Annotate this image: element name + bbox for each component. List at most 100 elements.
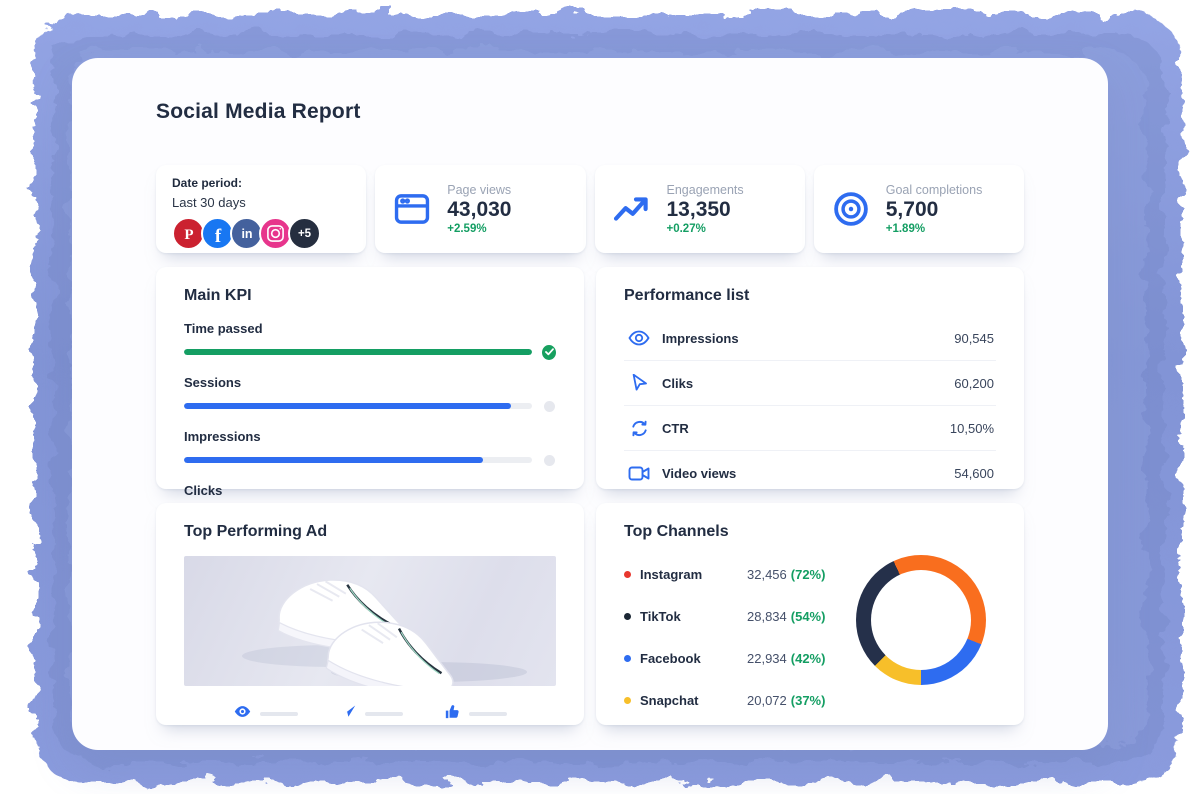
legend-label: Facebook [640,651,747,666]
ad-metrics-row [184,703,556,724]
legend-label: Instagram [640,567,747,582]
more-networks-badge[interactable]: +5 [288,217,321,250]
legend-row-snapchat: Snapchat 20,072 (37%) [624,679,825,721]
target-icon [830,188,872,230]
legend-row-instagram: Instagram 32,456 (72%) [624,553,825,595]
page-title: Social Media Report [156,100,1024,124]
performance-value: 54,600 [954,466,994,481]
refresh-icon [628,418,650,438]
performance-label: Impressions [662,331,739,346]
kpi-label: Impressions [184,429,556,444]
summary-row: Date period: Last 30 days P f in [156,165,1024,253]
legend-value: 22,934 [747,651,787,666]
stat-card-engagements: Engagements 13,350 +0.27% [595,165,805,253]
eye-icon [234,705,251,723]
svg-text:in: in [241,227,252,241]
eye-icon [628,328,650,348]
ad-metric-likes [445,704,507,724]
social-media-report-page: Social Media Report Date period: Last 30… [0,0,1200,794]
legend-dot [624,655,631,662]
stat-value: 5,700 [886,198,983,222]
progress-fill [184,349,532,355]
performance-label: Video views [662,466,736,481]
legend-value: 20,072 [747,693,787,708]
stat-delta: +0.27% [667,223,744,235]
stat-card-page-views: Page views 43,030 +2.59% [375,165,585,253]
legend-value: 28,834 [747,609,787,624]
stat-delta: +2.59% [447,223,511,235]
legend-row-facebook: Facebook 22,934 (42%) [624,637,825,679]
legend-dot [624,613,631,620]
progress-end-dot [544,455,555,466]
stat-delta: +1.89% [886,223,983,235]
check-circle-icon [542,345,556,360]
performance-value: 90,545 [954,331,994,346]
legend-percent: (42%) [791,651,826,666]
stat-label: Engagements [667,183,744,197]
svg-text:f: f [214,226,221,245]
svg-text:P: P [184,227,193,243]
top-channels-title: Top Channels [624,523,996,541]
stat-card-goal-completions: Goal completions 5,700 +1.89% [814,165,1024,253]
stat-label: Page views [447,183,511,197]
ad-image-sneakers[interactable] [184,556,556,686]
cursor-click-icon [628,373,650,393]
progress-end-dot [544,401,555,412]
bottom-row: Top Performing Ad [156,503,1024,725]
progress-fill [184,457,483,463]
performance-label: CTR [662,421,689,436]
kpi-item-time-passed: Time passed [184,321,556,359]
performance-label: Cliks [662,376,693,391]
top-ad-title: Top Performing Ad [184,523,556,541]
performance-row-impressions: Impressions 90,545 [624,315,996,360]
date-period-card: Date period: Last 30 days P f in [156,165,366,253]
legend-dot [624,697,631,704]
progress-track [184,403,532,409]
stat-value: 43,030 [447,198,511,222]
kpi-item-impressions: Impressions [184,429,556,467]
ad-metric-shares [340,703,403,724]
thumb-up-icon [445,704,460,724]
send-icon [340,703,356,724]
metric-placeholder-line [469,712,507,716]
main-kpi-title: Main KPI [184,287,556,305]
main-kpi-panel: Main KPI Time passed Sessions [156,267,584,489]
date-period-value[interactable]: Last 30 days [172,195,350,210]
channels-donut-chart [856,555,986,685]
legend-label: TikTok [640,609,747,624]
report-card: Social Media Report Date period: Last 30… [72,58,1108,750]
legend-percent: (54%) [791,609,826,624]
trend-up-icon [611,188,653,230]
performance-value: 10,50% [950,421,994,436]
metric-placeholder-line [365,712,403,716]
progress-track [184,457,532,463]
performance-row-cliks: Cliks 60,200 [624,360,996,405]
performance-list-panel: Performance list Impressions 90,545 [596,267,1024,489]
kpi-label: Clicks [184,483,556,498]
browser-icon [391,188,433,230]
legend-row-tiktok: TikTok 28,834 (54%) [624,595,825,637]
stat-label: Goal completions [886,183,983,197]
network-badges: P f in [172,217,350,250]
metric-placeholder-line [260,712,298,716]
legend-value: 32,456 [747,567,787,582]
performance-row-video-views: Video views 54,600 [624,450,996,495]
more-networks-label: +5 [298,228,311,240]
date-period-label: Date period: [172,176,350,190]
top-performing-ad-panel: Top Performing Ad [156,503,584,725]
legend-percent: (72%) [791,567,826,582]
progress-fill [184,403,511,409]
top-channels-panel: Top Channels Instagram 32,456 (72%) [596,503,1024,725]
kpi-label: Sessions [184,375,556,390]
legend-percent: (37%) [791,693,826,708]
kpi-label: Time passed [184,321,556,336]
kpi-item-sessions: Sessions [184,375,556,413]
kpi-row: Main KPI Time passed Sessions [156,267,1024,489]
legend-dot [624,571,631,578]
legend-label: Snapchat [640,693,747,708]
channels-legend: Instagram 32,456 (72%) TikTok 28,834 (54… [624,553,825,721]
progress-track [184,349,532,355]
performance-value: 60,200 [954,376,994,391]
performance-list-title: Performance list [624,287,996,305]
performance-row-ctr: CTR 10,50% [624,405,996,450]
